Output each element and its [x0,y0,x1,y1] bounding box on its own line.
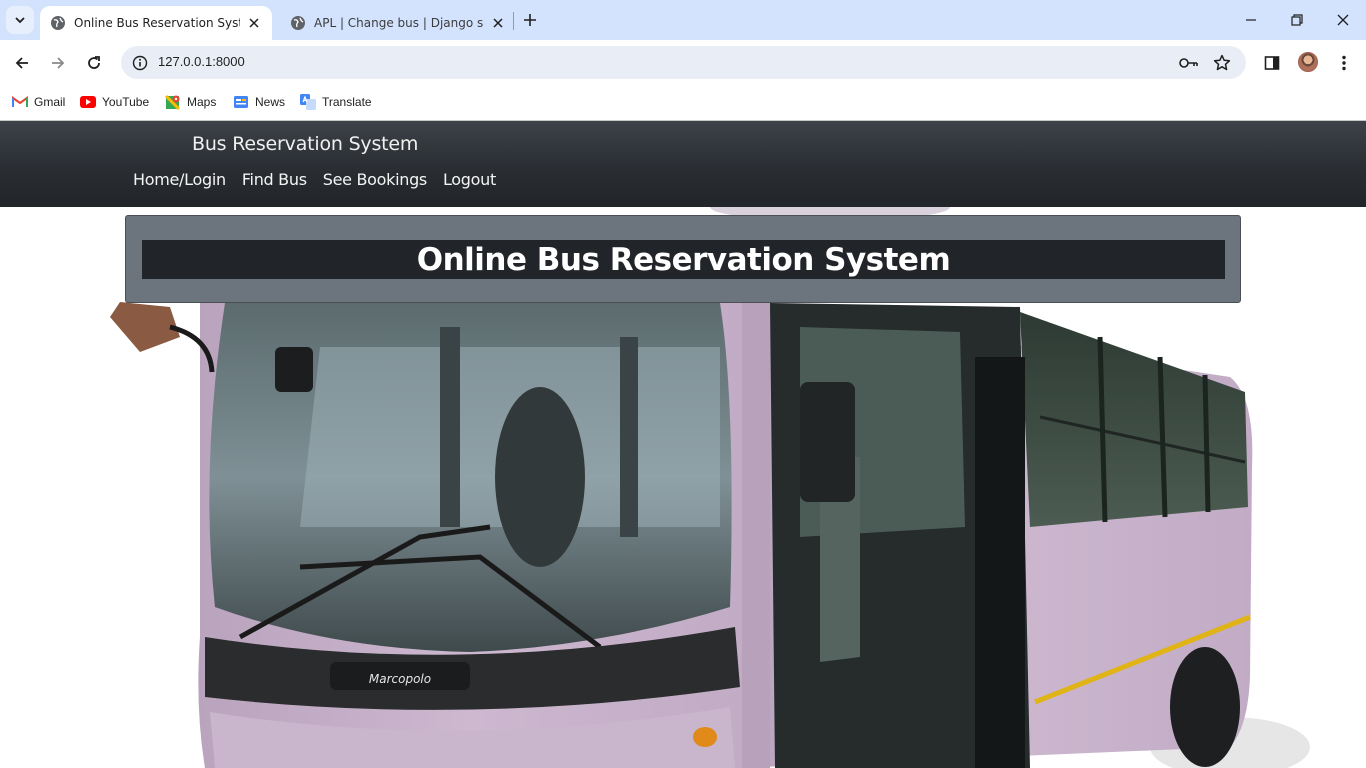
translate-icon [300,94,316,110]
nav-link-home-login[interactable]: Home/Login [133,170,226,189]
plus-icon [524,14,536,26]
hero-title: Online Bus Reservation System [416,241,951,278]
restore-icon [1291,14,1303,26]
close-icon [1337,14,1349,26]
close-icon[interactable] [490,15,506,31]
bookmarks-bar: Gmail YouTube Maps News Translate [0,86,1366,121]
arrow-left-icon [15,57,28,69]
back-button[interactable] [10,51,34,75]
svg-text:Marcopolo: Marcopolo [369,672,431,686]
password-key-icon[interactable] [1178,52,1200,74]
reload-icon [88,56,100,69]
tab-title: Online Bus Reservation System [74,16,240,30]
tab-active[interactable]: Online Bus Reservation System [40,6,272,40]
restore-button[interactable] [1287,10,1307,30]
site-navbar: Bus Reservation System Home/Login Find B… [0,121,1366,207]
minimize-button[interactable] [1241,10,1261,30]
arrow-right-icon [52,57,65,69]
side-panel-icon[interactable] [1260,51,1284,75]
new-tab-button[interactable] [520,10,540,30]
reload-button[interactable] [82,51,106,75]
bookmark-translate[interactable]: Translate [300,92,372,112]
hero-title-box: Online Bus Reservation System [142,240,1225,279]
close-window-button[interactable] [1333,10,1353,30]
site-info-icon[interactable] [129,52,151,74]
browser-tabstrip: Online Bus Reservation System APL | Chan… [0,0,1366,40]
navbar-links: Home/Login Find Bus See Bookings Logout [133,170,496,189]
tab-search-button[interactable] [6,6,34,34]
browser-toolbar: 127.0.0.1:8000 [0,40,1366,86]
tab-separator [513,12,514,30]
youtube-icon [80,94,96,110]
nav-link-see-bookings[interactable]: See Bookings [323,170,428,189]
tab-inactive[interactable]: APL | Change bus | Django site admin [280,6,512,40]
maps-icon [165,94,181,110]
gmail-icon [12,94,28,110]
news-icon [233,94,249,110]
bookmark-label: Gmail [34,95,66,109]
globe-icon [290,15,306,31]
nav-link-logout[interactable]: Logout [443,170,496,189]
more-menu-icon[interactable] [1332,51,1356,75]
profile-avatar[interactable] [1298,52,1318,72]
url-text: 127.0.0.1:8000 [158,54,245,69]
bookmark-maps[interactable]: Maps [165,92,216,112]
bookmark-label: YouTube [102,95,150,109]
bookmark-star-icon[interactable] [1211,52,1233,74]
bookmark-news[interactable]: News [233,92,285,112]
globe-icon [50,15,66,31]
minimize-icon [1246,19,1256,21]
forward-button[interactable] [46,51,70,75]
bookmark-label: Translate [322,95,372,109]
bookmark-youtube[interactable]: YouTube [80,92,149,112]
jumbotron: Online Bus Reservation System [125,215,1241,303]
chevron-down-icon [15,17,25,24]
bookmark-label: News [255,95,286,109]
bookmark-gmail[interactable]: Gmail [12,92,65,112]
navbar-brand[interactable]: Bus Reservation System [192,133,418,155]
close-icon[interactable] [246,15,262,31]
address-bar[interactable]: 127.0.0.1:8000 [121,46,1246,79]
nav-link-find-bus[interactable]: Find Bus [242,170,307,189]
tab-title: APL | Change bus | Django site admin [314,16,484,30]
bookmark-label: Maps [187,95,217,109]
